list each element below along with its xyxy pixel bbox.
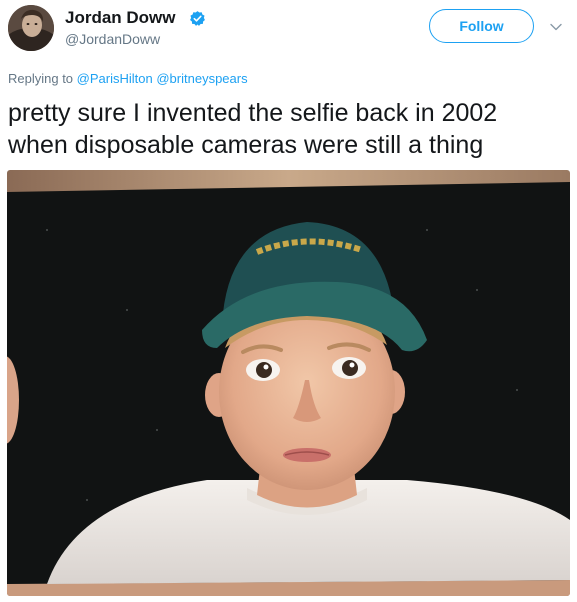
tweet-text: pretty sure I invented the selfie back i… <box>8 97 563 161</box>
reply-prefix: Replying to <box>8 71 74 86</box>
verified-badge-icon <box>190 11 205 26</box>
chevron-down-icon[interactable] <box>549 20 563 34</box>
mention-link[interactable]: @ParisHilton <box>77 71 153 86</box>
author-avatar[interactable] <box>8 5 54 51</box>
author-handle[interactable]: @JordanDoww <box>65 31 160 48</box>
tweet-text-line: pretty sure I invented the selfie back i… <box>8 99 498 127</box>
photo-illustration <box>7 170 570 596</box>
tweet-card: Jordan Doww @JordanDoww Follow Replying … <box>0 0 577 602</box>
avatar-portrait-icon <box>8 5 54 51</box>
author-display-name[interactable]: Jordan Doww <box>65 8 176 28</box>
follow-button[interactable]: Follow <box>429 9 534 43</box>
tweet-photo[interactable] <box>7 170 570 596</box>
tweet-text-line: when disposable cameras were still a thi… <box>8 131 484 159</box>
reply-context: Replying to @ParisHilton @britneyspears <box>8 71 248 87</box>
mention-link[interactable]: @britneyspears <box>156 71 247 86</box>
